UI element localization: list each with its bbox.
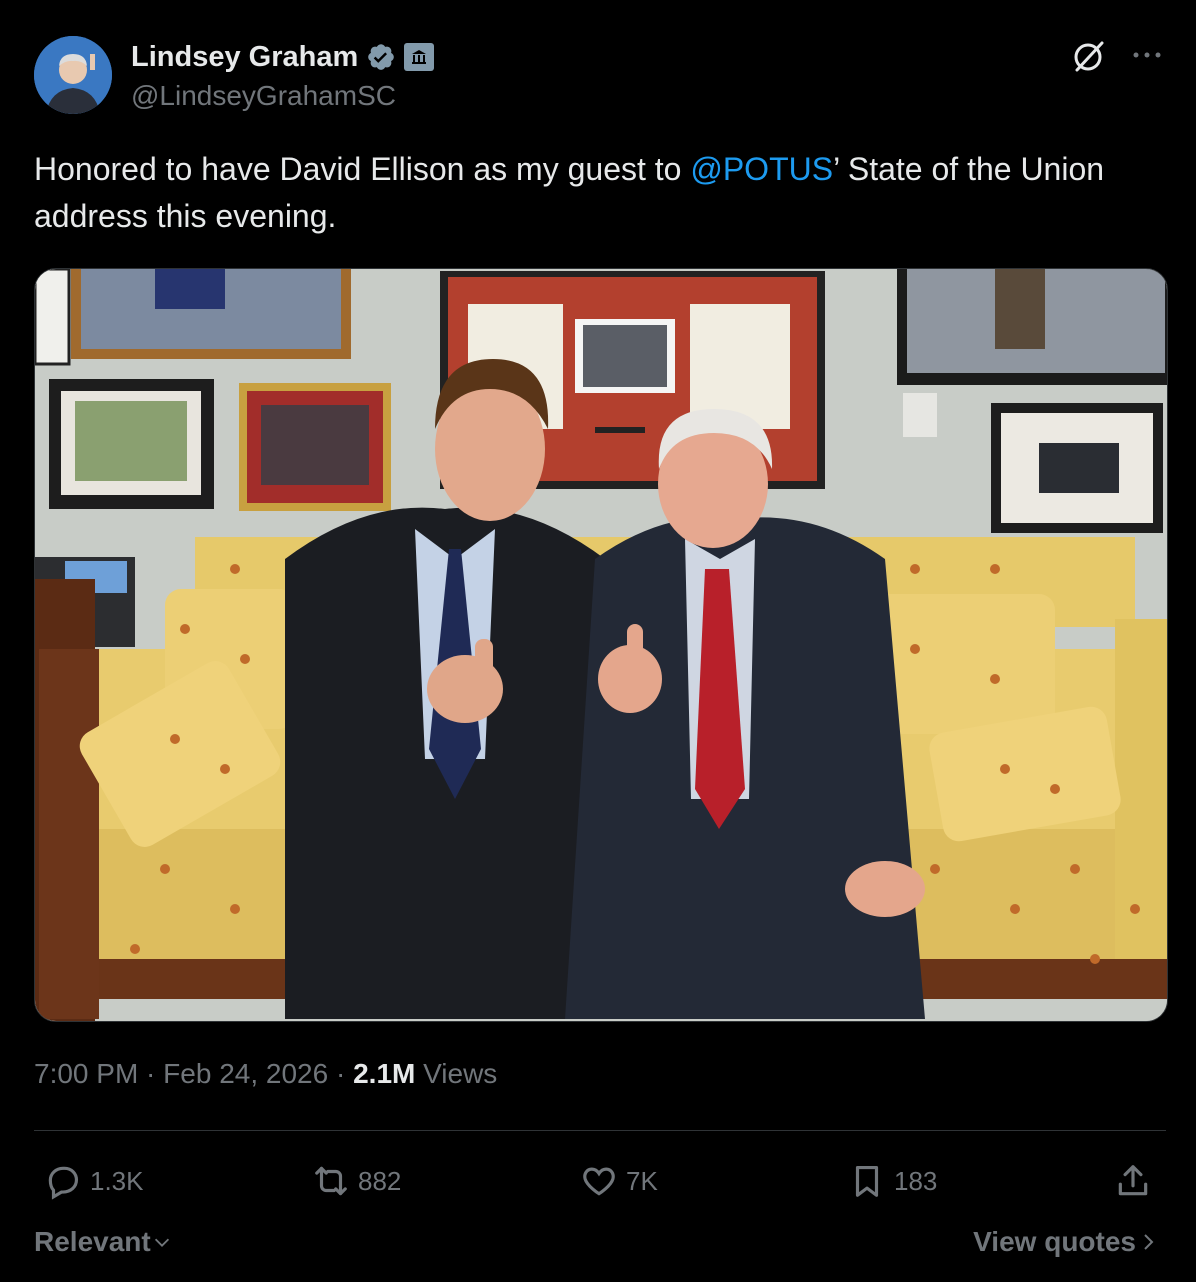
view-quotes-label: View quotes — [973, 1226, 1136, 1257]
author-name-row: Lindsey Graham — [131, 38, 435, 76]
sort-label: Relevant — [34, 1226, 151, 1257]
reply-button[interactable]: 1.3K — [44, 1158, 144, 1204]
view-quotes-link[interactable]: View quotes — [973, 1226, 1160, 1258]
share-button[interactable] — [1114, 1158, 1160, 1204]
government-building-icon[interactable] — [404, 43, 435, 71]
meta-separator: · — [328, 1058, 354, 1089]
author-avatar[interactable] — [34, 36, 112, 114]
tweet-time[interactable]: 7:00 PM — [34, 1058, 138, 1089]
sort-dropdown[interactable]: Relevant — [34, 1226, 173, 1258]
views-label: Views — [415, 1058, 498, 1089]
tweet-text: Honored to have David Ellison as my gues… — [34, 146, 1154, 240]
wall-frame-left-center — [239, 383, 391, 511]
meta-separator: · — [138, 1058, 164, 1089]
bookmark-button[interactable]: 183 — [848, 1158, 937, 1204]
tweet-meta: 7:00 PM · Feb 24, 2026 · 2.1M Views — [34, 1058, 497, 1090]
tweet-photo[interactable] — [34, 268, 1168, 1022]
author-name[interactable]: Lindsey Graham — [131, 41, 358, 74]
verified-badge-icon[interactable] — [366, 42, 396, 72]
reply-icon — [48, 1166, 79, 1200]
views-count[interactable]: 2.1M — [353, 1058, 415, 1089]
mention-link[interactable]: @POTUS — [690, 151, 833, 187]
author-handle[interactable]: @LindseyGrahamSC — [131, 80, 396, 112]
tweet-container: Lindsey Graham @LindseyGrahamSC Honored … — [0, 0, 1196, 1282]
tweet-text-before: Honored to have David Ellison as my gues… — [34, 151, 691, 187]
chevron-down-icon — [154, 1238, 169, 1247]
share-icon — [1118, 1165, 1148, 1196]
like-button[interactable]: 7K — [580, 1158, 658, 1204]
repost-icon — [315, 1166, 347, 1196]
repost-count: 882 — [358, 1165, 402, 1196]
chevron-right-icon — [1144, 1234, 1154, 1250]
tweet-date[interactable]: Feb 24, 2026 — [163, 1058, 328, 1089]
repost-button[interactable]: 882 — [312, 1158, 401, 1204]
action-bar: 1.3K 882 7K 183 — [0, 1158, 1196, 1206]
bookmark-icon — [855, 1165, 879, 1197]
more-options-icon[interactable] — [1128, 40, 1166, 70]
divider — [34, 1130, 1166, 1131]
grok-icon[interactable] — [1071, 38, 1107, 74]
wall-frame-top-left — [71, 269, 351, 359]
wall-frame-left — [49, 379, 214, 509]
reply-count: 1.3K — [90, 1165, 144, 1196]
heart-icon — [583, 1167, 615, 1196]
bookmark-count: 183 — [894, 1165, 938, 1196]
wall-frame-top-right — [897, 269, 1167, 385]
wall-frame-right — [991, 403, 1163, 533]
like-count: 7K — [626, 1165, 658, 1196]
